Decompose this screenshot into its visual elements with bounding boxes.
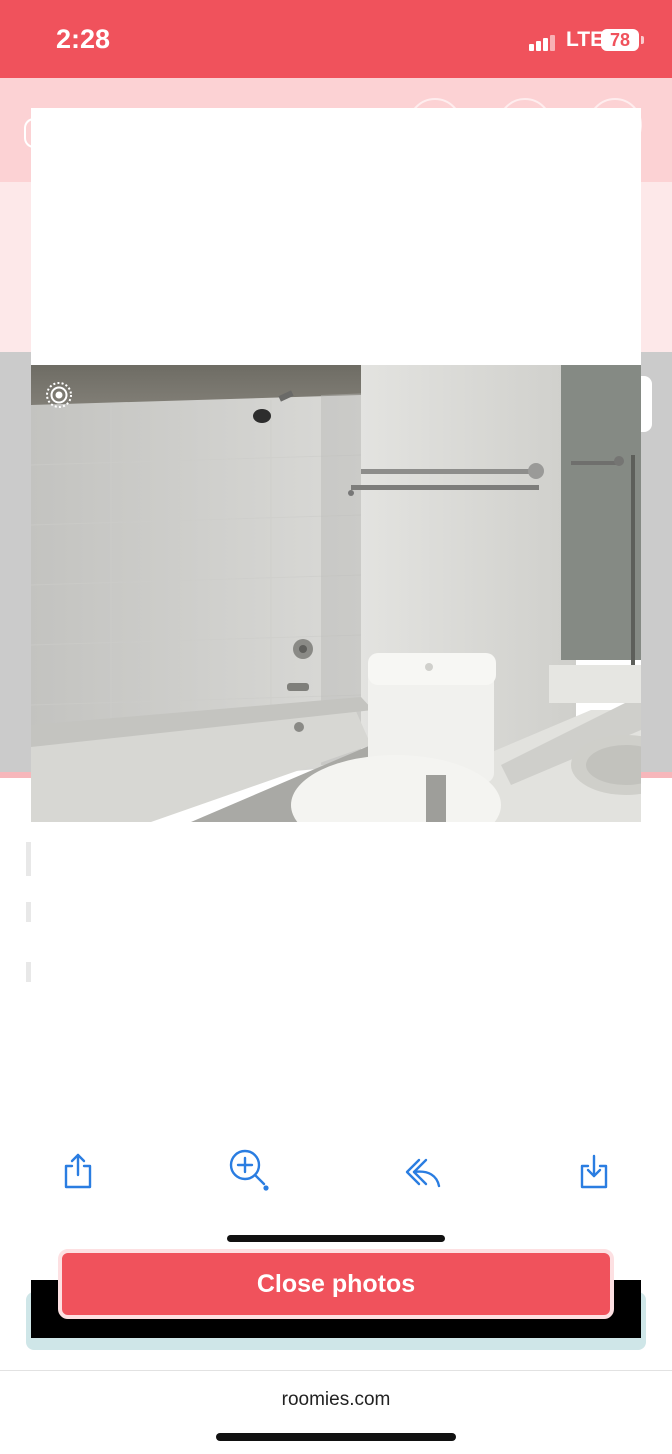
status-time: 2:28 — [56, 24, 111, 54]
network-label: LTE — [566, 28, 605, 51]
bathroom-photo-image — [31, 365, 641, 822]
download-icon[interactable] — [569, 1146, 619, 1196]
zoom-in-icon[interactable] — [223, 1144, 273, 1194]
share-icon[interactable] — [53, 1146, 103, 1196]
home-indicator — [216, 1433, 456, 1441]
site-domain[interactable]: roomies.com — [0, 1389, 672, 1411]
live-photo-icon[interactable] — [45, 381, 73, 409]
reply-icon[interactable] — [398, 1148, 448, 1198]
battery-nub — [641, 36, 644, 44]
photo-viewer[interactable] — [31, 108, 641, 822]
status-bar: 2:28 LTE 78 — [0, 0, 672, 78]
home-indicator — [227, 1235, 445, 1242]
background-text-line — [26, 842, 31, 876]
signal-icon — [529, 33, 557, 51]
close-photos-button[interactable]: Close photos — [58, 1249, 614, 1319]
footer-divider — [0, 1370, 672, 1371]
background-text-line — [26, 962, 31, 982]
background-text-line — [26, 902, 31, 922]
photo-toolbar — [0, 1140, 672, 1210]
battery-icon: 78 — [601, 29, 639, 51]
bathroom-photo[interactable] — [31, 365, 641, 822]
background-card — [640, 376, 652, 432]
